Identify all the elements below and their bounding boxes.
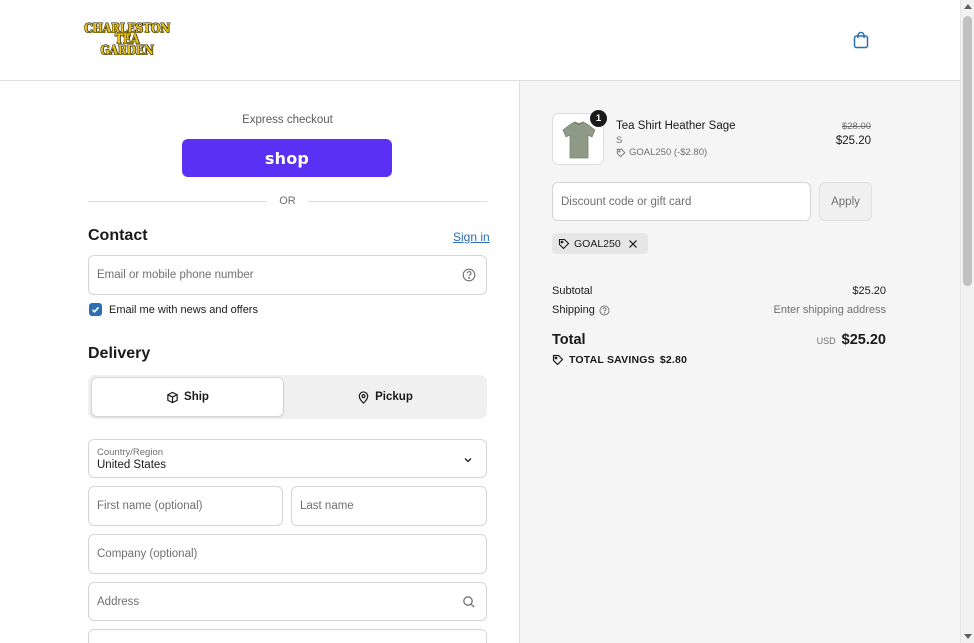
delivery-title: Delivery (88, 345, 151, 362)
newsletter-checkbox-row[interactable]: Email me with news and offers (89, 303, 258, 316)
discount-placeholder: Discount code or gift card (561, 196, 692, 208)
shop-pay-button[interactable]: shop (182, 139, 392, 177)
product-discount-text: GOAL250 (-$2.80) (629, 147, 708, 158)
box-icon (167, 391, 178, 403)
shipping-label: Shipping (552, 304, 595, 316)
or-divider: OR (88, 194, 487, 208)
map-pin-icon (358, 390, 369, 404)
address-placeholder: Address (97, 596, 140, 608)
product-name: Tea Shirt Heather Sage (616, 120, 736, 132)
shipping-label-row: Shipping (552, 304, 610, 316)
scroll-thumb[interactable] (963, 16, 972, 286)
last-name-placeholder: Last name (300, 500, 354, 512)
divider-line (307, 200, 487, 202)
total-savings: TOTAL SAVINGS $2.80 (552, 354, 687, 366)
help-circle-icon[interactable] (462, 268, 476, 282)
next-field[interactable] (88, 629, 487, 643)
country-select[interactable]: Country/Region United States (88, 439, 487, 478)
savings-value: $2.80 (659, 354, 688, 366)
subtotal-label: Subtotal (552, 285, 593, 297)
store-logo[interactable]: CHARLESTON TEA GARDEN (84, 20, 170, 58)
tag-icon (616, 148, 626, 157)
newsletter-checkbox[interactable] (89, 303, 102, 316)
total-label: Total (552, 332, 586, 348)
divider-line (88, 200, 268, 202)
applied-discount-chip: GOAL250 (552, 233, 648, 254)
search-icon (462, 595, 476, 609)
total-amount: $25.20 (841, 332, 886, 348)
savings-label: TOTAL SAVINGS (569, 354, 655, 366)
first-name-placeholder: First name (optional) (97, 500, 203, 512)
address-field[interactable]: Address (88, 582, 487, 621)
last-name-field[interactable]: Last name (291, 486, 487, 526)
logo-line-3: GARDEN (100, 42, 154, 58)
original-price: $28.00 (841, 121, 871, 132)
email-placeholder: Email or mobile phone number (97, 269, 254, 281)
total-currency: USD (816, 336, 836, 346)
subtotal-value: $25.20 (852, 285, 886, 297)
ship-option[interactable]: Ship (91, 377, 284, 417)
shipping-value: Enter shipping address (773, 304, 886, 316)
scrollbar[interactable] (960, 0, 974, 643)
country-label: Country/Region (97, 447, 164, 458)
product-variant: S (616, 135, 623, 146)
applied-code: GOAL250 (574, 237, 621, 250)
pickup-option[interactable]: Pickup (286, 377, 484, 417)
ship-label: Ship (184, 391, 209, 403)
quantity-badge: 1 (590, 110, 607, 127)
pickup-label: Pickup (375, 391, 413, 403)
email-field[interactable]: Email or mobile phone number (88, 255, 487, 295)
first-name-field[interactable]: First name (optional) (88, 486, 283, 526)
delivery-method-toggle: Ship Pickup (88, 375, 487, 419)
scroll-down-arrow-icon[interactable] (964, 634, 972, 639)
company-field[interactable]: Company (optional) (88, 534, 487, 574)
scroll-up-arrow-icon[interactable] (964, 4, 972, 9)
contact-title: Contact (88, 227, 148, 244)
sign-in-link[interactable]: Sign in (453, 230, 490, 244)
product-discount: GOAL250 (-$2.80) (616, 147, 707, 158)
header: CHARLESTON TEA GARDEN (0, 0, 960, 81)
tag-icon (558, 238, 570, 249)
discounted-price: $25.20 (835, 135, 871, 147)
help-circle-icon[interactable] (599, 304, 610, 316)
discount-code-input[interactable]: Discount code or gift card (552, 182, 811, 221)
express-checkout-label: Express checkout (242, 114, 333, 126)
apply-discount-button[interactable]: Apply (819, 182, 872, 221)
total-value: USD $25.20 (817, 332, 886, 348)
remove-discount-icon[interactable] (628, 239, 638, 249)
or-text: OR (279, 195, 296, 207)
newsletter-label: Email me with news and offers (109, 303, 258, 316)
chevron-down-icon (462, 453, 476, 467)
country-value: United States (97, 459, 167, 471)
shopping-bag-icon[interactable] (851, 30, 871, 50)
tag-icon (552, 354, 564, 366)
company-placeholder: Company (optional) (97, 548, 198, 560)
